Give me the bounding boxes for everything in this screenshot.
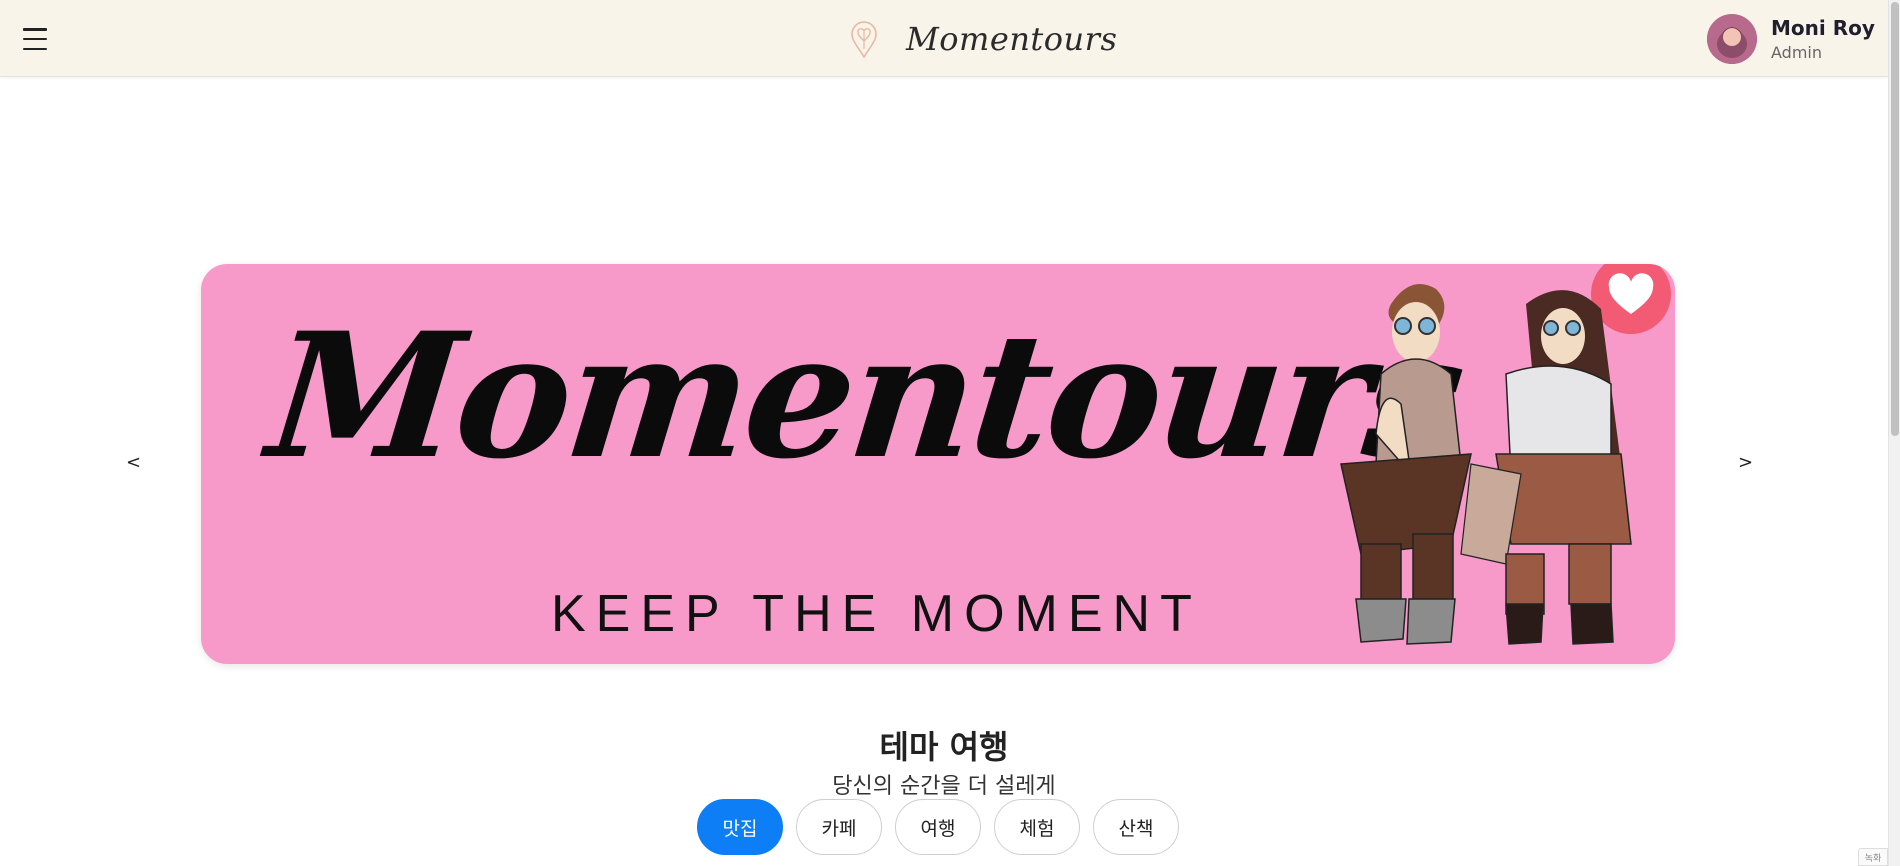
brand-logo[interactable]: Momentours [848,14,1117,64]
avatar-portrait-icon [1707,14,1757,64]
man-figure [1340,284,1472,645]
brand-name: Momentours [906,20,1118,58]
carousel-prev-button[interactable]: < [126,452,141,473]
chip-cafe[interactable]: 카페 [796,799,882,855]
user-role: Admin [1771,42,1822,62]
recording-badge: 녹화 [1858,848,1888,866]
menu-line [23,37,47,41]
chip-restaurants[interactable]: 맛집 [697,799,783,855]
carousel-next-button[interactable]: > [1738,452,1753,473]
user-profile[interactable]: Moni Roy Admin [1707,14,1875,64]
menu-line [23,47,47,50]
profile-text: Moni Roy Admin [1771,16,1875,62]
vertical-scrollbar[interactable] [1888,0,1900,866]
couple-illustration [1340,264,1671,645]
chip-walk[interactable]: 산책 [1093,799,1179,855]
chip-travel[interactable]: 여행 [895,799,981,855]
section-subtitle: 당신의 순간을 더 설레게 [832,774,1056,799]
top-header: Momentours Moni Roy Admin [0,0,1888,77]
theme-filter-chips: 맛집 카페 여행 체험 산책 [697,799,1179,855]
user-name: Moni Roy [1771,15,1875,40]
section-title: 테마 여행 [879,728,1009,766]
map-pin-heart-icon [851,21,877,59]
scrollbar-thumb[interactable] [1891,2,1899,436]
woman-figure [1460,290,1632,645]
menu-line [23,28,47,31]
hamburger-menu-icon[interactable] [20,24,50,54]
banner-title: Momentours [260,294,1470,497]
hero-banner[interactable]: Momentours KEEP THE MOMENT [201,264,1675,664]
avatar[interactable] [1707,14,1757,64]
banner-tagline: KEEP THE MOMENT [551,585,1202,643]
chip-experience[interactable]: 체험 [994,799,1080,855]
